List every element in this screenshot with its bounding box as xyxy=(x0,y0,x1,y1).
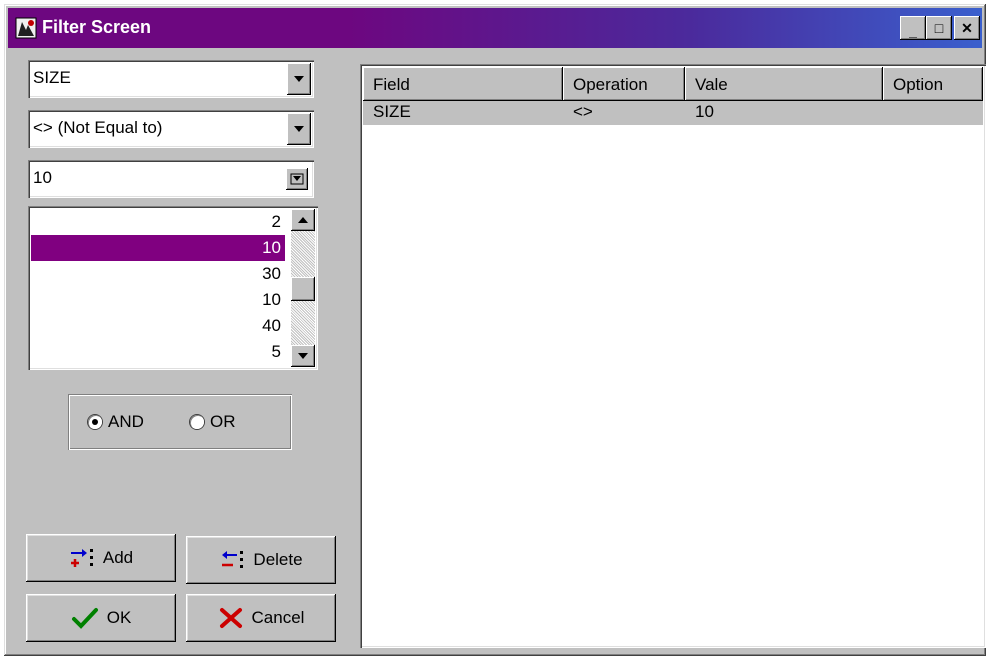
checkmark-icon xyxy=(71,608,98,629)
values-list: 2 10 30 10 40 5 xyxy=(31,209,285,365)
column-header-option[interactable]: Option xyxy=(883,67,983,101)
list-item[interactable]: 10 xyxy=(31,287,285,313)
add-button-label: Add xyxy=(102,548,134,567)
delete-button[interactable]: Delete xyxy=(186,536,336,584)
field-select[interactable]: SIZE xyxy=(28,60,314,98)
operation-select-value: <> (Not Equal to) xyxy=(33,118,163,137)
ok-button-label: OK xyxy=(106,608,132,627)
list-item[interactable]: 5 xyxy=(31,339,285,365)
cell-operation: <> xyxy=(573,102,593,121)
value-dropdown-button[interactable] xyxy=(286,168,308,190)
scroll-thumb[interactable] xyxy=(291,277,315,301)
radio-checked-icon xyxy=(88,415,102,429)
scroll-down-button[interactable] xyxy=(291,345,315,367)
column-header-vale[interactable]: Vale xyxy=(685,67,883,101)
minimize-button[interactable]: _ xyxy=(900,16,926,40)
list-scrollbar[interactable] xyxy=(291,209,315,367)
delete-arrow-icon xyxy=(222,551,244,568)
cancel-button[interactable]: Cancel xyxy=(186,594,336,642)
cancel-button-label: Cancel xyxy=(251,608,305,627)
add-button[interactable]: Add xyxy=(26,534,176,582)
list-item[interactable]: 40 xyxy=(31,313,285,339)
maximize-button[interactable]: □ xyxy=(926,16,952,40)
value-input-text: 10 xyxy=(33,168,52,187)
chevron-down-icon xyxy=(294,76,304,82)
cell-option xyxy=(883,101,983,125)
minimize-icon: _ xyxy=(909,23,917,39)
or-radio[interactable]: OR xyxy=(190,412,236,432)
column-header-operation[interactable]: Operation xyxy=(563,67,685,101)
operation-dropdown-button[interactable] xyxy=(287,113,311,145)
list-item[interactable]: 30 xyxy=(31,261,285,287)
title-bar[interactable]: Filter Screen _ □ ✕ xyxy=(8,8,982,48)
table-row[interactable]: SIZE <> 10 xyxy=(363,101,983,125)
delete-button-label: Delete xyxy=(253,550,303,569)
maximize-icon: □ xyxy=(934,20,944,36)
chevron-down-icon xyxy=(298,353,308,359)
operation-select[interactable]: <> (Not Equal to) xyxy=(28,110,314,148)
window-title: Filter Screen xyxy=(42,17,152,37)
column-header-field[interactable]: Field xyxy=(363,67,563,101)
and-label: AND xyxy=(108,412,144,431)
grid-header: Field Operation Vale Option xyxy=(363,67,983,101)
dropdown-list-icon xyxy=(290,173,304,185)
field-select-value: SIZE xyxy=(33,68,71,87)
app-icon xyxy=(15,17,37,39)
filter-window: Filter Screen _ □ ✕ SIZE <> (Not Equal t… xyxy=(4,4,986,656)
value-input[interactable]: 10 xyxy=(28,160,314,198)
list-item-selected[interactable]: 10 xyxy=(31,235,285,261)
add-arrow-icon xyxy=(70,549,93,567)
cell-value: 10 xyxy=(695,102,714,121)
ok-button[interactable]: OK xyxy=(26,594,176,642)
values-listbox[interactable]: 2 10 30 10 40 5 xyxy=(28,206,318,370)
chevron-down-icon xyxy=(294,126,304,132)
chevron-up-icon xyxy=(298,217,308,223)
cell-field: SIZE xyxy=(373,102,411,121)
filter-grid[interactable]: Field Operation Vale Option SIZE <> 10 xyxy=(360,64,986,648)
radio-unchecked-icon xyxy=(190,415,204,429)
or-label: OR xyxy=(210,412,236,431)
list-item[interactable]: 2 xyxy=(31,209,285,235)
logic-radio-group: AND OR xyxy=(68,394,292,450)
field-dropdown-button[interactable] xyxy=(287,63,311,95)
cancel-x-icon xyxy=(219,608,242,628)
and-radio[interactable]: AND xyxy=(88,412,144,432)
close-icon: ✕ xyxy=(961,19,973,36)
scroll-up-button[interactable] xyxy=(291,209,315,231)
close-button[interactable]: ✕ xyxy=(954,16,980,40)
